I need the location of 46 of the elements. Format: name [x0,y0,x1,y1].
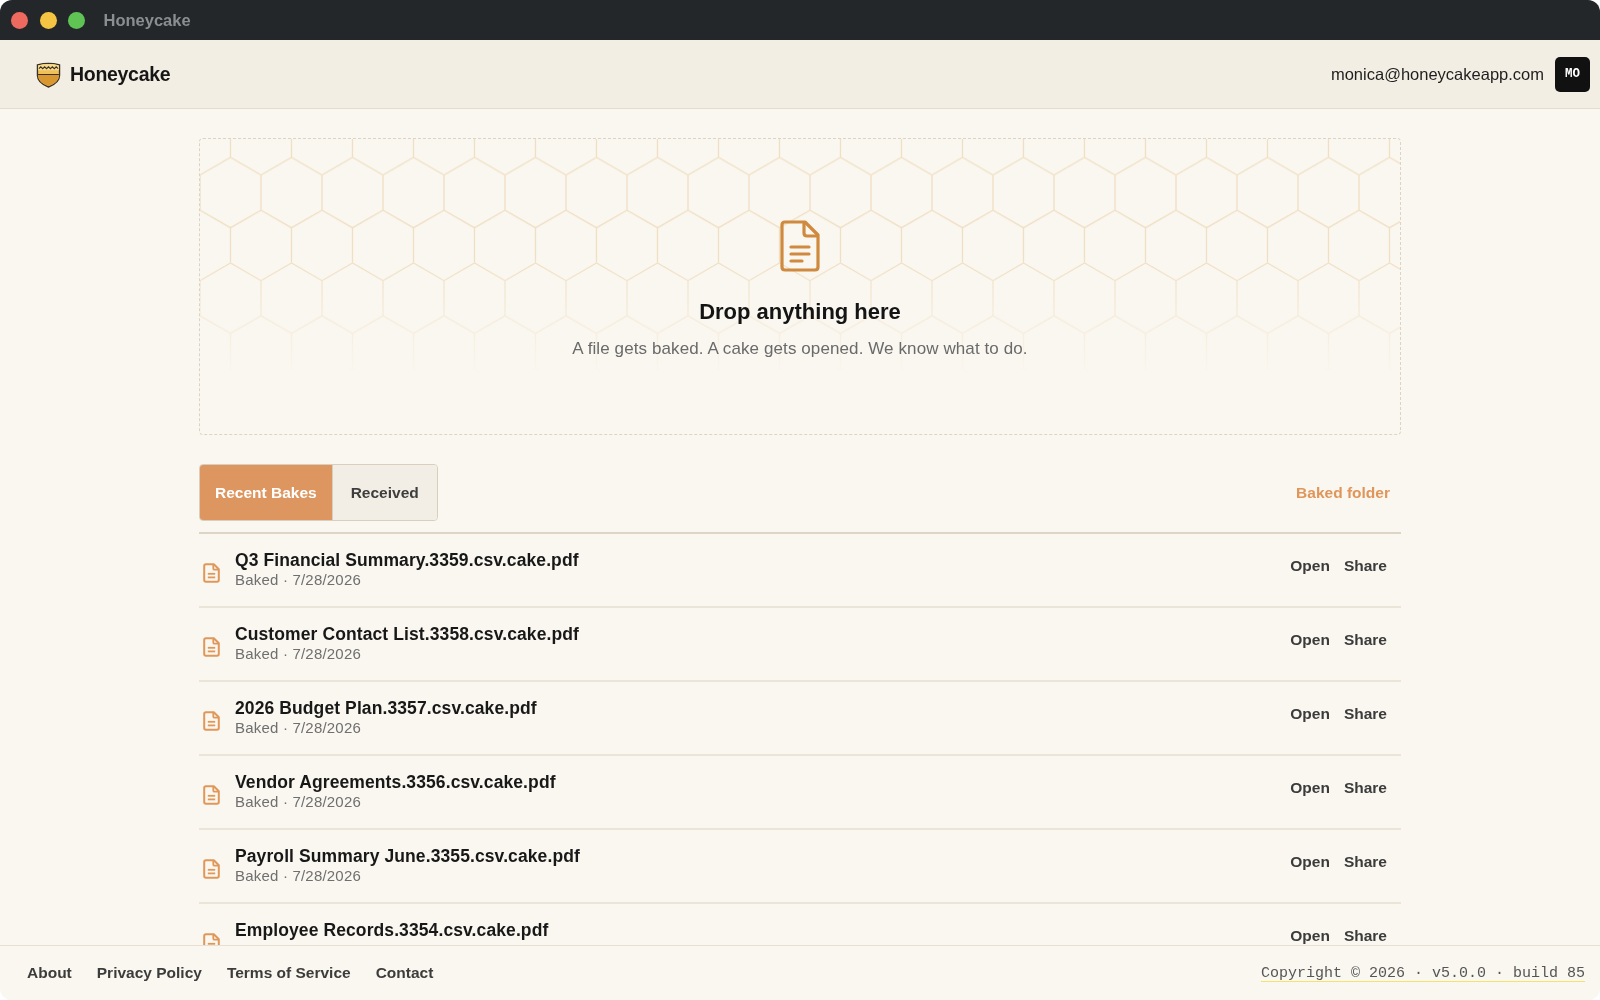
document-icon [203,637,220,657]
footer-link[interactable]: Privacy Policy [96,964,202,982]
file-action-button[interactable]: Open [1290,927,1330,944]
file-meta: Baked · 7/28/2026 [235,718,362,738]
file-action-button[interactable]: Share [1343,927,1387,944]
file-name: Employee Records.3354.csv.cake.pdf [235,919,550,941]
close-window-button[interactable] [11,11,28,29]
drop-zone[interactable]: Drop anything here A file gets baked. A cake gets opened. We know what to do. [199,138,1401,435]
brand-name: Honeycake [70,62,171,86]
copyright-text: Copyright © 2026 · v5.0.0 · build 85 [1260,964,1585,982]
drop-zone-title: Drop anything here [699,298,901,326]
user-email: monica@honeycakeapp.com [1330,64,1544,84]
document-icon [203,563,220,583]
footer-link[interactable]: Contact [375,964,434,982]
footer-link[interactable]: Terms of Service [226,964,351,982]
document-icon [203,785,220,805]
file-action-button[interactable]: Share [1343,631,1387,648]
file-meta: Baked · 7/28/2026 [235,866,362,886]
file-action-button[interactable]: Open [1290,631,1330,648]
file-action-button[interactable]: Share [1343,705,1387,722]
file-name: Customer Contact List.3358.csv.cake.pdf [235,623,580,645]
file-meta: Baked · 7/28/2026 [235,570,362,590]
file-action-button[interactable]: Open [1290,705,1330,722]
drop-zone-subtitle: A file gets baked. A cake gets opened. We know what to do. [572,339,1028,359]
file-name: 2026 Budget Plan.3357.csv.cake.pdf [235,697,538,719]
maximize-window-button[interactable] [68,11,85,29]
file-action-button[interactable]: Open [1290,779,1330,796]
document-icon [203,859,220,879]
document-icon [780,220,820,272]
shield-logo-icon [36,60,61,88]
file-meta: Baked · 7/28/2026 [235,792,362,812]
file-name: Payroll Summary June.3355.csv.cake.pdf [235,845,581,867]
file-action-button[interactable]: Share [1343,853,1387,870]
file-action-button[interactable]: Open [1290,557,1330,574]
file-action-button[interactable]: Share [1343,557,1387,574]
avatar-initials[interactable]: MO [1555,56,1590,92]
file-name: Q3 Financial Summary.3359.csv.cake.pdf [235,549,580,571]
tab[interactable]: Received [331,465,437,520]
window-title: Honeycake [103,10,191,30]
file-action-button[interactable]: Open [1290,853,1330,870]
document-icon [203,711,220,731]
file-name: Vendor Agreements.3356.csv.cake.pdf [235,771,557,793]
file-meta: Baked · 7/28/2026 [235,644,362,664]
footer-link[interactable]: About [27,964,72,982]
file-action-button[interactable]: Share [1343,779,1387,796]
minimize-window-button[interactable] [39,11,57,29]
